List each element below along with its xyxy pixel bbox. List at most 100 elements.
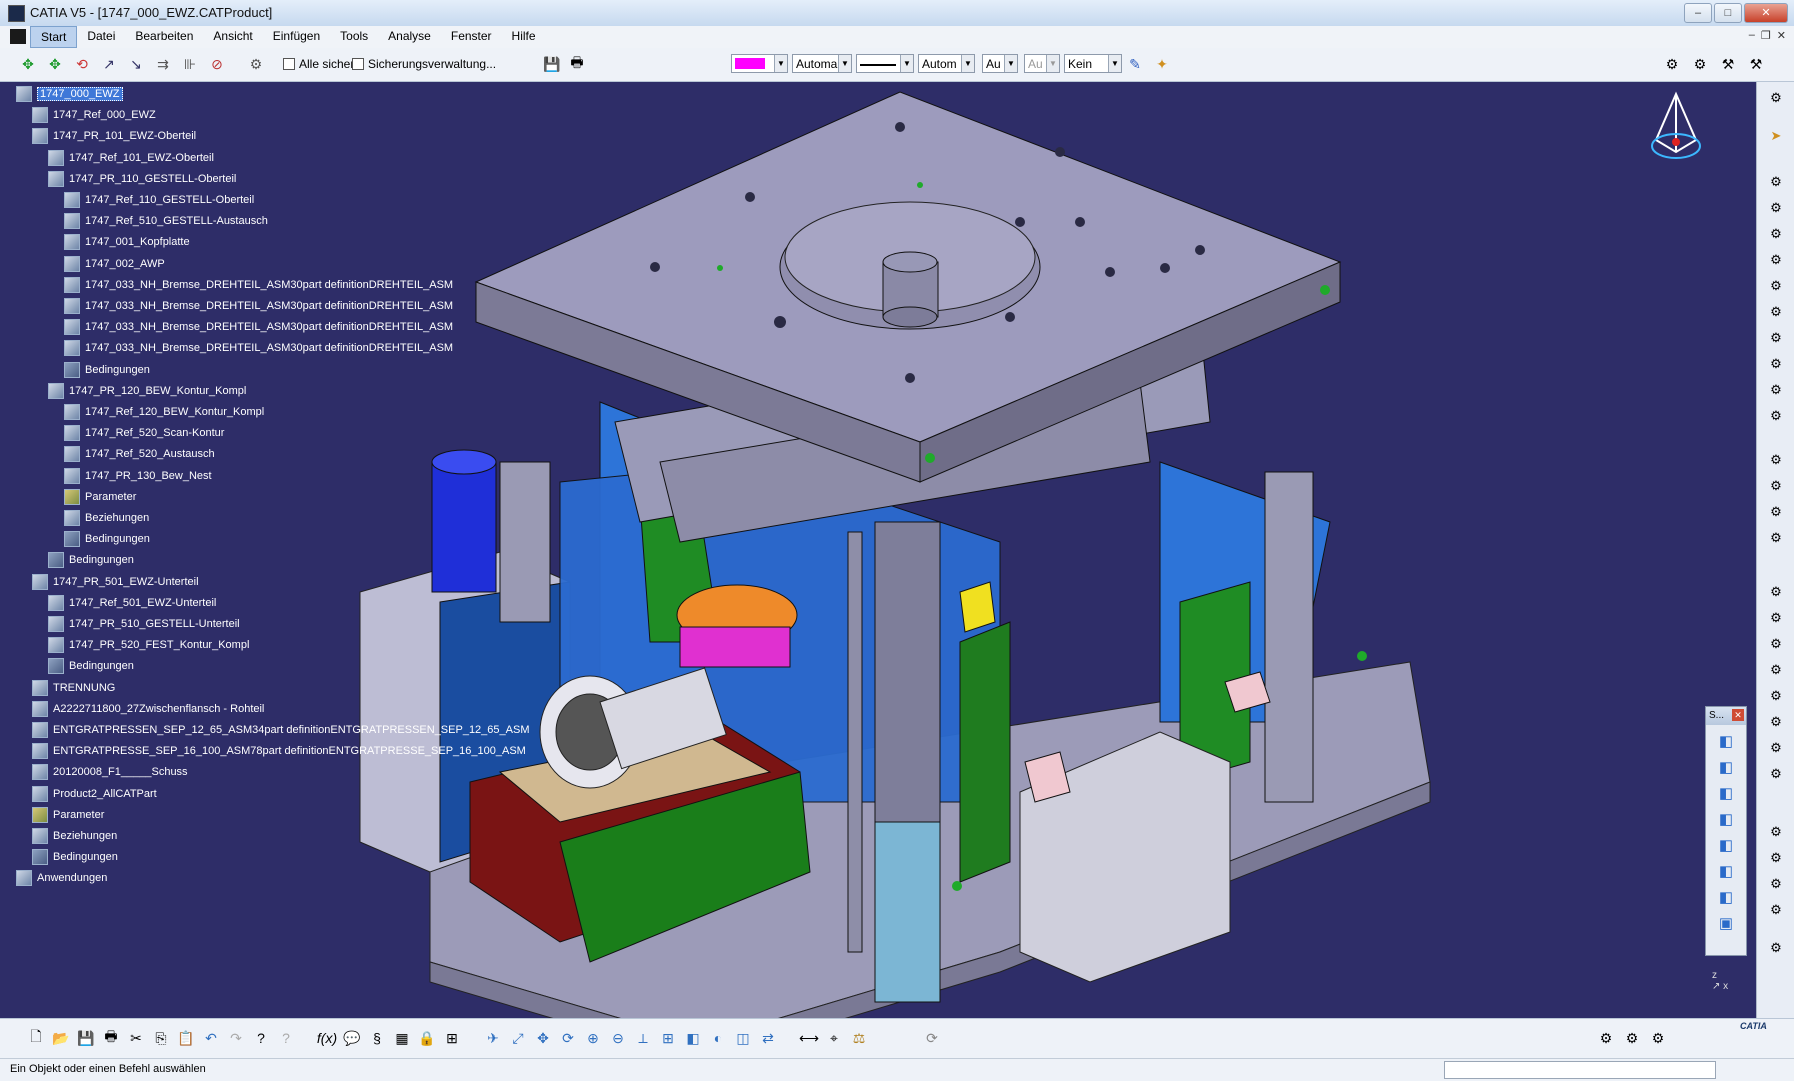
- manipulate-icon[interactable]: ✥: [18, 54, 38, 74]
- coincidence-constraint-icon[interactable]: ⚙: [1766, 450, 1786, 470]
- knowledge-icon[interactable]: 💬: [342, 1028, 362, 1048]
- compile-icon[interactable]: ⊞: [442, 1028, 462, 1048]
- measure-inertia-icon[interactable]: ⚖: [849, 1028, 869, 1048]
- tools-icon-3[interactable]: ⚙: [1648, 1028, 1668, 1048]
- measure-item-icon[interactable]: ⌖: [824, 1028, 844, 1048]
- zoom-out-icon[interactable]: ⊖: [608, 1028, 628, 1048]
- menu-einfuegen[interactable]: Einfügen: [263, 26, 330, 48]
- replace-component-icon[interactable]: ⚙: [1766, 276, 1786, 296]
- new-product-icon[interactable]: ⚙: [1766, 224, 1786, 244]
- tree-node[interactable]: 1747_033_NH_Bremse_DREHTEIL_ASM30part de…: [64, 338, 453, 358]
- tree-node[interactable]: 1747_PR_130_Bew_Nest: [64, 466, 212, 486]
- view-back-icon[interactable]: ◧: [1716, 783, 1736, 803]
- hide-show-icon[interactable]: ◫: [733, 1028, 753, 1048]
- format-painter-icon[interactable]: ✎: [1125, 54, 1145, 74]
- lock-icon[interactable]: 🔒: [417, 1028, 437, 1048]
- component-icon[interactable]: ⚙: [1766, 172, 1786, 192]
- graphic-props-icon[interactable]: ✦: [1152, 54, 1172, 74]
- design-table-icon[interactable]: ▦: [392, 1028, 412, 1048]
- menu-tools[interactable]: Tools: [330, 26, 378, 48]
- existing-component-icon[interactable]: ⚙: [1766, 198, 1786, 218]
- select-arrow-icon[interactable]: ➤: [1766, 126, 1786, 146]
- tree-node[interactable]: Bedingungen: [48, 656, 134, 676]
- explode-icon[interactable]: ↗: [99, 54, 119, 74]
- close-button[interactable]: ✕: [1744, 3, 1788, 23]
- save-icon[interactable]: 💾: [542, 54, 562, 74]
- view-right-icon[interactable]: ◧: [1716, 835, 1736, 855]
- tree-node[interactable]: 1747_Ref_520_Austausch: [64, 444, 215, 464]
- linetype-combo[interactable]: ▼: [856, 54, 914, 73]
- fly-mode-icon[interactable]: ✈: [483, 1028, 503, 1048]
- workbench-icon-1[interactable]: ⚙: [1662, 54, 1682, 74]
- pocket-icon[interactable]: ⚙: [1766, 848, 1786, 868]
- layer-combo[interactable]: Kein ▼: [1064, 54, 1122, 73]
- help-icon[interactable]: ?: [276, 1028, 296, 1048]
- backup-checkbox[interactable]: Sicherungsverwaltung...: [352, 57, 496, 71]
- fix-together-icon[interactable]: ⚙: [1766, 608, 1786, 628]
- selective-load-icon[interactable]: ⚙: [1766, 354, 1786, 374]
- command-input[interactable]: [1444, 1061, 1716, 1079]
- menu-bearbeiten[interactable]: Bearbeiten: [125, 26, 203, 48]
- view-toolbar-floating[interactable]: S... ✕ ◧ ◧ ◧ ◧ ◧ ◧ ◧ ▣: [1705, 706, 1747, 956]
- compass-icon[interactable]: [1648, 90, 1704, 170]
- new-part-icon[interactable]: ⚙: [1766, 250, 1786, 270]
- tree-node[interactable]: Bedingungen: [32, 847, 118, 867]
- save-all-checkbox[interactable]: Alle sichern: [283, 57, 361, 71]
- doc-close-button[interactable]: ✕: [1777, 29, 1786, 42]
- tree-node[interactable]: 1747_Ref_101_EWZ-Oberteil: [48, 148, 214, 168]
- workbench-icon-3[interactable]: ⚒: [1718, 54, 1738, 74]
- law-icon[interactable]: §: [367, 1028, 387, 1048]
- view-left-icon[interactable]: ◧: [1716, 809, 1736, 829]
- smart-move-icon[interactable]: ⟲: [72, 54, 92, 74]
- hole-icon[interactable]: ⚙: [1766, 822, 1786, 842]
- layer-style-combo[interactable]: Au ▼: [1024, 54, 1060, 73]
- tree-node[interactable]: Beziehungen: [32, 826, 117, 846]
- doc-minimize-button[interactable]: –: [1749, 29, 1755, 42]
- angle-constraint-icon[interactable]: ⚙: [1766, 528, 1786, 548]
- pan-icon[interactable]: ✥: [533, 1028, 553, 1048]
- tree-node[interactable]: Product2_AllCATPart: [32, 784, 157, 804]
- catalog-icon[interactable]: ⚙: [246, 54, 266, 74]
- tree-node[interactable]: 1747_PR_120_BEW_Kontur_Kompl: [48, 381, 246, 401]
- multi-view-icon[interactable]: ⊞: [658, 1028, 678, 1048]
- new-icon[interactable]: 🗋: [26, 1028, 46, 1048]
- generate-numbering-icon[interactable]: ⚙: [1766, 328, 1786, 348]
- tools-icon-2[interactable]: ⚙: [1622, 1028, 1642, 1048]
- measure-between-icon[interactable]: ⟷: [799, 1028, 819, 1048]
- zoom-icon[interactable]: ⚙: [1766, 88, 1786, 108]
- open-icon[interactable]: 📂: [51, 1028, 71, 1048]
- tree-node[interactable]: 1747_PR_101_EWZ-Oberteil: [32, 126, 196, 146]
- workbench-icon-2[interactable]: ⚙: [1690, 54, 1710, 74]
- tree-node[interactable]: 1747_PR_520_FEST_Kontur_Kompl: [48, 635, 249, 655]
- 3d-viewport[interactable]: 1747_000_EWZ 1747_Ref_000_EWZ 1747_PR_101_…: [0, 82, 1756, 1018]
- fit-all-icon[interactable]: ⤢: [508, 1028, 528, 1048]
- contact-constraint-icon[interactable]: ⚙: [1766, 476, 1786, 496]
- catalog-browser-icon[interactable]: ⚙: [1766, 938, 1786, 958]
- iso-view-icon[interactable]: ◧: [683, 1028, 703, 1048]
- swap-visible-icon[interactable]: ⇄: [758, 1028, 778, 1048]
- cut-icon[interactable]: ✂: [126, 1028, 146, 1048]
- sectioning-icon[interactable]: ⊪: [180, 54, 200, 74]
- fix-component-icon[interactable]: ⚙: [1766, 582, 1786, 602]
- tree-node[interactable]: Parameter: [32, 805, 104, 825]
- tree-node[interactable]: 1747_Ref_000_EWZ: [32, 105, 156, 125]
- view-front-icon[interactable]: ◧: [1716, 757, 1736, 777]
- minimize-button[interactable]: –: [1684, 3, 1712, 23]
- point-style-combo[interactable]: Au ▼: [982, 54, 1018, 73]
- document-icon[interactable]: [10, 29, 26, 44]
- tree-node[interactable]: 1747_000_EWZ: [16, 84, 123, 104]
- add-icon[interactable]: ⚙: [1766, 874, 1786, 894]
- named-views-icon[interactable]: ▣: [1716, 913, 1736, 933]
- reuse-pattern-icon[interactable]: ⚙: [1766, 712, 1786, 732]
- remove-icon[interactable]: ⚙: [1766, 900, 1786, 920]
- transparency-combo[interactable]: Automa ▼: [792, 54, 852, 73]
- print-icon[interactable]: 🖶: [567, 54, 587, 74]
- stop-manipulate-icon[interactable]: ↘: [126, 54, 146, 74]
- rotate-icon[interactable]: ⟳: [558, 1028, 578, 1048]
- redo-icon[interactable]: ↷: [226, 1028, 246, 1048]
- tree-node[interactable]: Anwendungen: [16, 868, 107, 888]
- catia-app-icon[interactable]: [8, 5, 25, 22]
- zoom-in-icon[interactable]: ⊕: [583, 1028, 603, 1048]
- view-toolbar-close-icon[interactable]: ✕: [1732, 709, 1744, 721]
- menu-datei[interactable]: Datei: [77, 26, 125, 48]
